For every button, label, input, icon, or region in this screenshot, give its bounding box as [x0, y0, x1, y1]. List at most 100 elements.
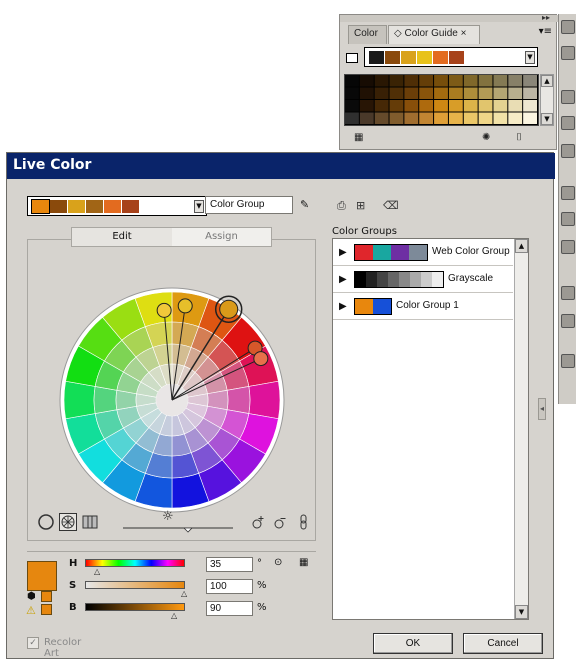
new-group-icon[interactable]: ⊞ — [356, 199, 365, 212]
remove-color-tool-icon[interactable] — [271, 513, 289, 531]
group-swatch[interactable] — [399, 272, 410, 287]
variation-swatch[interactable] — [508, 75, 523, 87]
variation-swatch[interactable] — [478, 75, 493, 87]
delete-group-icon[interactable]: ⌫ — [383, 199, 399, 212]
tab-color-guide[interactable]: ◇ Color Guide × — [388, 25, 480, 44]
variation-swatch[interactable] — [389, 87, 404, 100]
scroll-down-icon[interactable]: ▼ — [541, 113, 553, 125]
base-color-square[interactable] — [346, 53, 358, 63]
variation-swatch[interactable] — [523, 112, 537, 125]
group-swatch[interactable] — [421, 272, 432, 287]
variation-swatch[interactable] — [374, 87, 389, 100]
color-groups-list[interactable]: ▶ Web Color Group ▶ Grayscale ▶ Color Group 1… — [332, 238, 529, 620]
variation-swatch[interactable] — [463, 87, 478, 100]
variation-swatch[interactable] — [508, 100, 523, 112]
tab-edit[interactable]: Edit — [72, 228, 172, 246]
chevron-down-icon[interactable]: ▼ — [194, 200, 204, 213]
saturation-slider[interactable] — [85, 581, 185, 589]
link-harmony-icon[interactable] — [295, 513, 313, 531]
hue-input[interactable]: 35 — [206, 557, 253, 572]
variation-swatch[interactable] — [374, 112, 389, 125]
tool-icon[interactable] — [561, 20, 575, 34]
variation-swatch[interactable] — [389, 112, 404, 125]
variation-swatch[interactable] — [434, 100, 448, 112]
gamut-swatch[interactable] — [41, 604, 52, 615]
tab-assign[interactable]: Assign — [172, 228, 271, 246]
expand-triangle-icon[interactable]: ▶ — [339, 301, 347, 312]
variation-swatch[interactable] — [478, 112, 493, 125]
variation-swatch[interactable] — [434, 112, 448, 125]
variation-swatch[interactable] — [463, 75, 478, 87]
variation-swatch[interactable] — [493, 112, 508, 125]
color-group-row[interactable]: ▶ Grayscale — [333, 266, 513, 293]
variation-swatch[interactable] — [493, 100, 508, 112]
variation-swatch[interactable] — [523, 100, 537, 112]
color-wheel[interactable] — [37, 265, 307, 535]
save-changes-icon[interactable]: ✎ — [300, 198, 309, 211]
active-color-swatch[interactable] — [86, 200, 103, 213]
saturation-input[interactable]: 100 — [206, 579, 253, 594]
variation-swatch[interactable] — [359, 112, 374, 125]
group-swatches[interactable] — [354, 244, 428, 261]
grid-icon[interactable]: ▦ — [354, 132, 363, 143]
panel-menu-icon[interactable]: ▾≡ — [539, 26, 552, 37]
variation-swatch[interactable] — [345, 100, 359, 112]
groups-scrollbar[interactable]: ▲ ▼ — [514, 239, 528, 619]
hue-slider-thumb[interactable]: △ — [94, 567, 100, 576]
variation-swatch[interactable] — [448, 100, 463, 112]
tool-icon[interactable] — [561, 314, 575, 328]
color-swatch[interactable] — [385, 51, 400, 64]
hue-slider[interactable] — [85, 559, 185, 567]
base-color-marker[interactable] — [219, 299, 239, 319]
color-group-row[interactable]: ▶ Web Color Group — [333, 239, 513, 266]
variation-swatch[interactable] — [389, 75, 404, 87]
variation-swatch[interactable] — [374, 75, 389, 87]
variation-swatch[interactable] — [523, 87, 537, 100]
segmented-wheel-icon[interactable] — [59, 513, 77, 531]
grid-scrollbar[interactable]: ▲ ▼ — [540, 74, 554, 126]
variation-swatch[interactable] — [523, 75, 537, 87]
variation-swatch[interactable] — [359, 87, 374, 100]
tool-icon[interactable] — [561, 144, 575, 158]
wheel-segment[interactable] — [93, 386, 118, 414]
cancel-button[interactable]: Cancel — [463, 633, 543, 654]
tab-color[interactable]: Color — [348, 25, 387, 44]
variation-swatch[interactable] — [404, 100, 419, 112]
add-color-tool-icon[interactable] — [249, 513, 267, 531]
variation-swatch[interactable] — [359, 75, 374, 87]
harmony-rules-swatches[interactable]: ▼ — [364, 47, 538, 67]
tool-icon[interactable] — [561, 286, 575, 300]
color-group-name-field[interactable]: Color Group — [205, 196, 293, 214]
cog-icon[interactable]: ✺ — [482, 132, 490, 143]
active-color-swatch[interactable] — [104, 200, 121, 213]
tool-icon[interactable] — [561, 212, 575, 226]
variation-swatch[interactable] — [508, 87, 523, 100]
expand-triangle-icon[interactable]: ▶ — [339, 247, 347, 258]
variation-swatch[interactable] — [463, 100, 478, 112]
variation-swatch[interactable] — [448, 75, 463, 87]
collapse-arrows-icon[interactable]: ▸▸ — [542, 13, 550, 22]
chevron-down-icon[interactable]: ▼ — [525, 51, 535, 64]
variation-swatch[interactable] — [374, 100, 389, 112]
color-swatch[interactable] — [433, 51, 448, 64]
web-safe-swatch[interactable] — [41, 591, 52, 602]
active-color-swatch[interactable] — [122, 200, 139, 213]
grid-icon[interactable]: ▦ — [299, 557, 308, 568]
variation-swatch[interactable] — [359, 100, 374, 112]
variation-swatch[interactable] — [404, 87, 419, 100]
group-swatch[interactable] — [355, 272, 366, 287]
wheel-segment[interactable] — [248, 380, 281, 420]
current-color-swatch[interactable] — [27, 561, 57, 591]
color-swatch[interactable] — [401, 51, 416, 64]
group-swatch[interactable] — [366, 272, 377, 287]
color-marker[interactable] — [156, 302, 172, 318]
wheel-segment[interactable] — [63, 380, 96, 420]
variation-swatch[interactable] — [448, 112, 463, 125]
variation-swatch[interactable] — [419, 75, 434, 87]
brightness-slider-thumb[interactable]: △ — [171, 611, 177, 620]
color-marker[interactable] — [253, 351, 269, 367]
tool-icon[interactable] — [561, 46, 575, 60]
variation-swatch[interactable] — [493, 75, 508, 87]
scroll-down-icon[interactable]: ▼ — [515, 605, 528, 619]
color-swatch[interactable] — [417, 51, 432, 64]
